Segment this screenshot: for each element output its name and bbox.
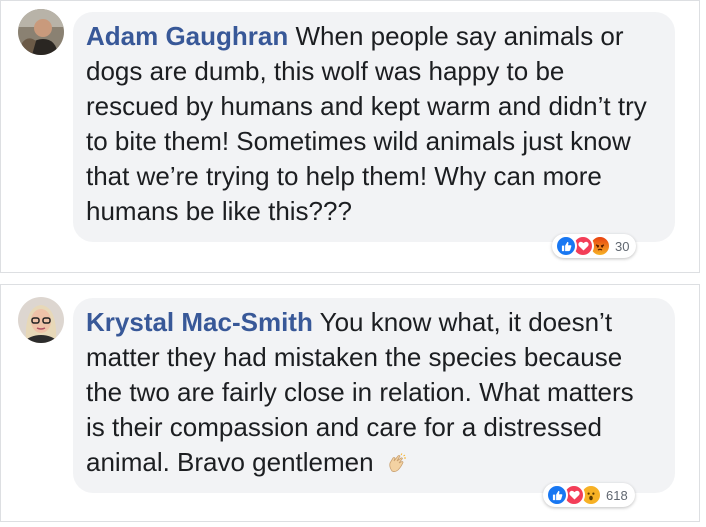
reaction-count: 30 [615, 238, 630, 254]
avatar[interactable] [18, 9, 64, 55]
reaction-count: 618 [606, 487, 628, 503]
comment-card: Adam Gaughran When people say animals or… [0, 0, 700, 273]
like-icon [546, 484, 568, 506]
comment-bubble: Krystal Mac-Smith You know what, it does… [73, 298, 675, 493]
comment-author[interactable]: Krystal Mac-Smith [86, 307, 313, 337]
clapping-hands-icon [387, 447, 407, 482]
reactions-summary[interactable]: 618 [543, 483, 635, 507]
avatar[interactable] [18, 297, 64, 343]
like-icon [555, 235, 577, 257]
comment-author[interactable]: Adam Gaughran [86, 21, 288, 51]
comment-bubble: Adam Gaughran When people say animals or… [73, 12, 675, 242]
comment-text: When people say animals or dogs are dumb… [86, 21, 647, 226]
reactions-summary[interactable]: 30 [552, 234, 637, 258]
